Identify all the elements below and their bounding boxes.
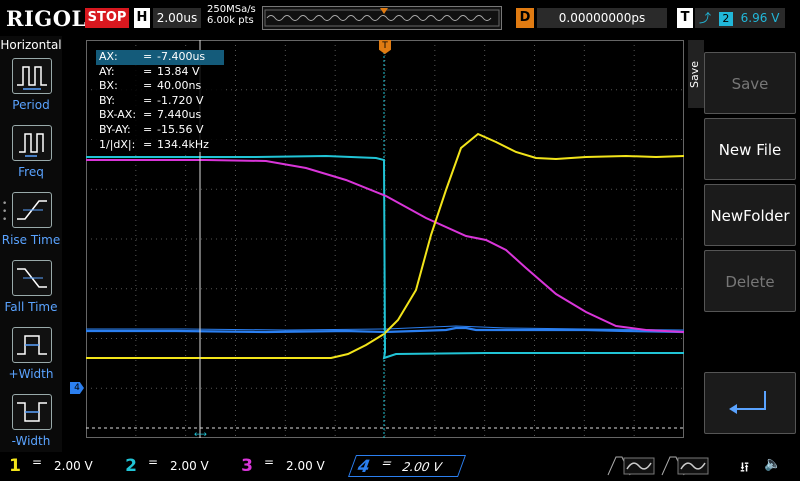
- trigger-level: 6.96 V: [740, 11, 780, 25]
- channel-number: 1: [9, 456, 21, 476]
- cursor-name: AY:: [99, 64, 115, 78]
- measure-menu-title: Horizontal: [0, 38, 62, 52]
- memory-overview-bar[interactable]: [262, 6, 502, 30]
- ch2-trace: [86, 154, 684, 360]
- cursor-value: -7.400us: [157, 50, 206, 63]
- trigger-edge-icon: ⤴: [699, 11, 712, 25]
- cursor-eq: =: [143, 137, 153, 151]
- period-button[interactable]: [12, 58, 52, 94]
- cursor-eq: =: [143, 64, 153, 78]
- acquisition-info: 250MSa/s 6.00k pts: [207, 4, 256, 26]
- freq-button[interactable]: [12, 125, 52, 161]
- cursor-value: 13.84 V: [157, 64, 200, 78]
- pos-width-label: +Width: [8, 367, 54, 381]
- sound-muted-icon[interactable]: 🔈: [764, 456, 781, 472]
- cursor-value: 40.00ns: [157, 79, 202, 93]
- new-file-button[interactable]: New File: [704, 118, 796, 180]
- ch4-ground-marker[interactable]: 4: [70, 382, 84, 394]
- neg-width-label: -Width: [11, 434, 51, 448]
- brand-logo: RIGOL: [6, 6, 87, 31]
- negative-width-icon: [17, 402, 47, 422]
- positive-width-icon: [17, 335, 47, 355]
- channel-1-status[interactable]: 1 = 2.00 V: [4, 455, 114, 477]
- cursor-value: 7.440us: [157, 108, 202, 122]
- trigger-info[interactable]: ⤴ 2 6.96 V: [695, 8, 785, 28]
- cursor-row-byay: BY-AY: = -15.56 V: [96, 123, 224, 138]
- cursor-name: 1/|dX|:: [99, 137, 136, 151]
- fall-time-icon: [17, 268, 47, 288]
- channel-number: 3: [241, 456, 253, 476]
- cursor-name: BY:: [99, 93, 115, 107]
- cursor-row-ax: AX: = -7.400us: [96, 50, 224, 65]
- cursor-eq: =: [143, 93, 153, 107]
- rise-time-icon: [17, 200, 47, 220]
- cursor-value: -15.56 V: [157, 122, 204, 136]
- pos-width-button[interactable]: [12, 327, 52, 363]
- timebase-value[interactable]: 2.00us: [153, 8, 201, 28]
- return-arrow-icon: [729, 391, 766, 414]
- cursor-value: 134.4kHz: [157, 137, 209, 151]
- channel-scale: 2.00 V: [286, 459, 325, 473]
- channel-number: 4: [354, 457, 374, 477]
- cursor-a-handle-icon: ⟷: [194, 430, 207, 438]
- run-stop-indicator[interactable]: STOP: [85, 8, 129, 28]
- cursor-row-by: BY: = -1.720 V: [96, 94, 224, 109]
- delete-button[interactable]: Delete: [704, 250, 796, 312]
- freq-label: Freq: [18, 165, 44, 179]
- dc-coupling-icon: =: [32, 455, 43, 469]
- new-folder-button[interactable]: NewFolder: [704, 184, 796, 246]
- ref-waveform-icon[interactable]: [660, 455, 710, 477]
- cursor-row-ay: AY: = 13.84 V: [96, 65, 224, 80]
- usb-icon: ⭿: [740, 460, 750, 476]
- save-menu-title: Save: [688, 40, 704, 108]
- period-icon: [17, 66, 47, 90]
- cursor-row-bxax: BX-AX: = 7.440us: [96, 108, 224, 123]
- return-button[interactable]: [704, 372, 796, 434]
- cursor-value: -1.720 V: [157, 93, 204, 107]
- channel-scale: 2.00 V: [170, 459, 209, 473]
- rise-time-button[interactable]: [12, 192, 52, 228]
- cursor-name: BY-AY:: [99, 122, 131, 136]
- cursor-row-1dx: 1/|dX|: = 134.4kHz: [96, 138, 224, 153]
- cursor-eq: =: [143, 122, 153, 136]
- delay-label: D: [516, 8, 534, 28]
- channel-scale: 2.00 V: [400, 460, 444, 474]
- sample-rate: 250MSa/s: [207, 4, 256, 15]
- channel-4-status[interactable]: 4 = 2.00 V: [347, 455, 467, 477]
- cursor-measurements: AX: = -7.400us AY: = 13.84 V BX: = 40.00ns BY: = -1…: [96, 50, 224, 153]
- cursor-eq: =: [143, 50, 153, 63]
- cursor-eq: =: [143, 79, 153, 93]
- cursor-row-bx: BX: = 40.00ns: [96, 79, 224, 94]
- fall-time-label: Fall Time: [4, 300, 58, 314]
- math-trigger-icon[interactable]: [606, 455, 656, 477]
- cursor-name: AX:: [99, 50, 118, 63]
- dc-coupling-icon: =: [148, 455, 159, 469]
- rise-time-label: Rise Time: [1, 233, 61, 247]
- save-button[interactable]: Save: [704, 52, 796, 114]
- channel-number: 2: [125, 456, 137, 476]
- channel-scale: 2.00 V: [54, 459, 93, 473]
- dc-coupling-icon: =: [379, 456, 395, 470]
- delay-value[interactable]: 0.00000000ps: [537, 8, 667, 28]
- channel-2-status[interactable]: 2 = 2.00 V: [120, 455, 230, 477]
- cursor-name: BX-AX:: [99, 108, 137, 122]
- trigger-label: T: [677, 8, 693, 28]
- neg-width-button[interactable]: [12, 394, 52, 430]
- trigger-source-badge: 2: [718, 12, 733, 26]
- memory-waveform-icon: [264, 8, 500, 27]
- channel-3-status[interactable]: 3 = 2.00 V: [236, 455, 346, 477]
- fall-time-button[interactable]: [12, 260, 52, 296]
- cursor-name: BX:: [99, 79, 118, 93]
- memory-depth: 6.00k pts: [207, 15, 254, 26]
- horizontal-label: H: [134, 8, 150, 28]
- period-label: Period: [12, 98, 50, 112]
- dc-coupling-icon: =: [264, 455, 275, 469]
- cursor-eq: =: [143, 108, 153, 122]
- memory-trigger-marker: [380, 8, 388, 14]
- frequency-icon: [19, 133, 44, 157]
- menu-page-dots-icon: • • •: [2, 199, 8, 225]
